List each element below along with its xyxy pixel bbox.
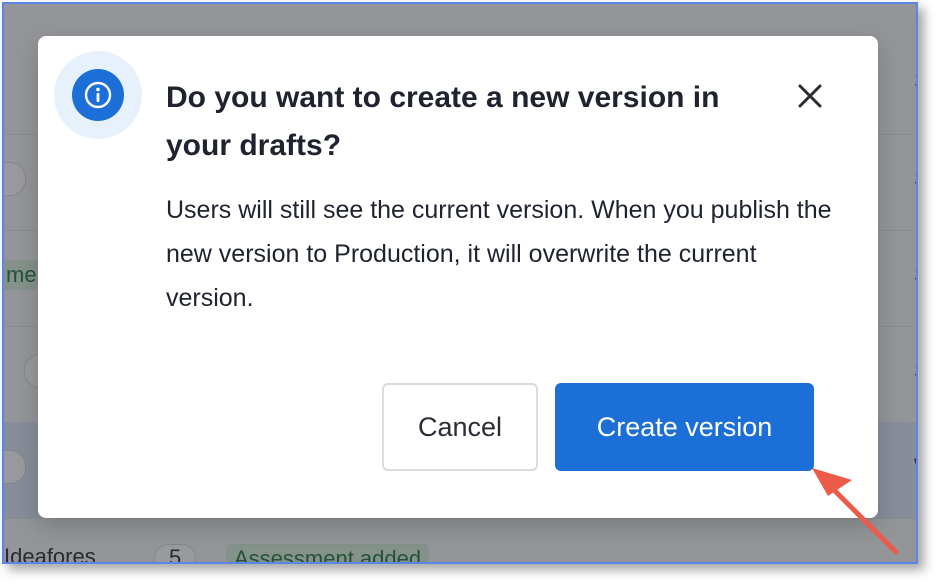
dialog-body: Users will still see the current version… [166,196,832,312]
info-icon [72,69,124,121]
cancel-button[interactable]: Cancel [382,383,538,471]
dialog-title: Do you want to create a new version in y… [166,81,720,162]
close-icon[interactable] [795,81,825,111]
confirmation-dialog: Do you want to create a new version in y… [38,36,878,518]
info-icon-halo [54,51,142,139]
annotation-arrow-icon [812,468,899,555]
create-version-button[interactable]: Create version [555,383,814,471]
close-button[interactable] [790,76,830,116]
